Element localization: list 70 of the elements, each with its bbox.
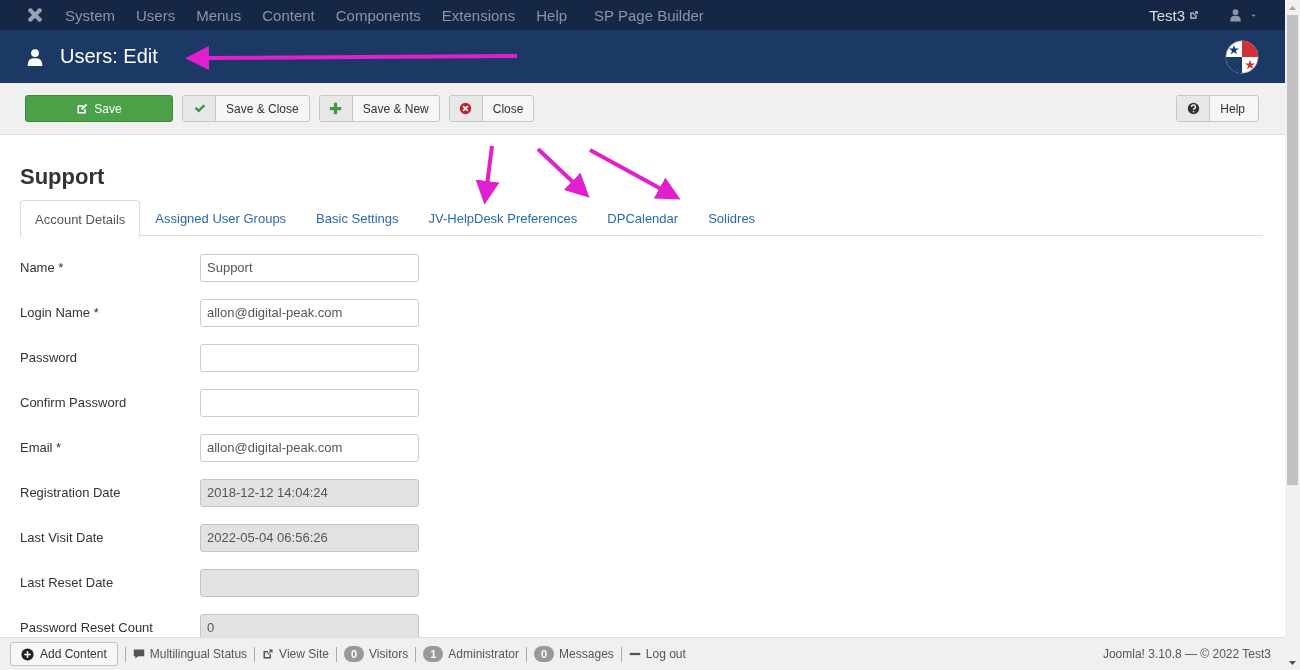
copyright-text: Joomla! 3.10.8 — © 2022 Test3 xyxy=(1102,647,1271,661)
tab[interactable]: JV-HelpDesk Preferences xyxy=(413,200,593,235)
cancel-icon xyxy=(459,102,473,115)
tab[interactable]: Assigned User Groups xyxy=(140,200,302,235)
user-icon xyxy=(1229,8,1242,22)
menu-item[interactable]: Help xyxy=(536,6,568,24)
field-label: Confirm Password xyxy=(20,395,128,410)
scroll-down-icon[interactable] xyxy=(1289,660,1296,665)
annotation-arrow xyxy=(475,145,500,205)
count-badge: 1 xyxy=(423,646,444,662)
field-label: Password Reset Count xyxy=(20,620,154,635)
user-menu-button[interactable] xyxy=(1229,8,1257,22)
status-link[interactable]: Multilingual Status xyxy=(149,647,248,661)
comment-icon xyxy=(132,648,145,660)
field-label: Last Visit Date xyxy=(20,530,105,545)
menu-item[interactable]: Components xyxy=(335,6,421,24)
plus-circle-icon xyxy=(21,647,34,661)
site-link[interactable]: Test3 xyxy=(1149,6,1185,24)
field-label: Login Name * xyxy=(20,305,100,320)
status-link[interactable]: View Site xyxy=(279,647,329,661)
status-link[interactable]: Visitors xyxy=(369,647,409,661)
check-icon xyxy=(192,102,206,115)
help-icon xyxy=(1186,102,1200,115)
scroll-up-icon[interactable] xyxy=(1289,5,1296,10)
tab[interactable]: Account Details xyxy=(20,200,141,237)
menu-item[interactable]: Users xyxy=(136,6,176,24)
joomla-logo-icon xyxy=(27,7,43,23)
input-field[interactable]: 2018-12-12 14:04:24 xyxy=(200,478,419,507)
field-label: Email * xyxy=(20,440,63,455)
toolbar-button[interactable]: Close xyxy=(448,95,535,122)
add-content-button[interactable]: Add Content xyxy=(10,642,118,666)
status-link[interactable]: Log out xyxy=(645,647,686,661)
plus-icon xyxy=(329,102,343,115)
toolbar-button[interactable]: Save & Close xyxy=(182,95,310,122)
menu-item[interactable]: Content xyxy=(262,6,315,24)
input-field[interactable] xyxy=(200,343,419,372)
user-icon xyxy=(26,47,44,66)
page-heading: Users: Edit xyxy=(60,45,158,68)
input-field[interactable] xyxy=(200,568,419,597)
external-link-icon xyxy=(262,648,275,660)
input-field[interactable]: allon@digital-peak.com xyxy=(200,433,419,462)
field-label: Name * xyxy=(20,260,65,275)
edit-icon xyxy=(76,102,89,115)
input-field[interactable]: allon@digital-peak.com xyxy=(200,298,419,327)
tab[interactable]: Solidres xyxy=(693,200,771,235)
scroll-thumb[interactable] xyxy=(1287,15,1298,485)
menu-item[interactable]: Menus xyxy=(196,6,242,24)
status-link[interactable]: Messages xyxy=(559,647,614,661)
tab[interactable]: Basic Settings xyxy=(301,200,414,235)
menu-item[interactable]: System xyxy=(65,6,115,24)
scrollbar[interactable] xyxy=(1285,0,1300,670)
tab[interactable]: DPCalendar xyxy=(592,200,694,235)
field-label: Password xyxy=(20,350,79,365)
input-field[interactable]: 0 xyxy=(200,613,419,637)
input-field[interactable]: 2022-05-04 06:56:26 xyxy=(200,523,419,552)
toolbar-button[interactable]: Save & New xyxy=(318,95,440,122)
input-field[interactable] xyxy=(200,388,419,417)
status-link[interactable]: Administrator xyxy=(448,647,519,661)
toolbar-button[interactable]: Save xyxy=(25,95,173,122)
menu-item[interactable]: SP Page Builder xyxy=(594,6,704,24)
help-button[interactable]: Help xyxy=(1176,95,1259,122)
count-badge: 0 xyxy=(343,646,365,662)
page-title: Support xyxy=(20,164,105,190)
external-link-icon xyxy=(1189,10,1199,20)
field-label: Last Reset Date xyxy=(20,575,115,590)
menu-item[interactable]: Extensions xyxy=(441,6,516,24)
flag-icon xyxy=(1225,39,1259,74)
input-field[interactable]: Support xyxy=(200,253,419,282)
field-label: Registration Date xyxy=(20,485,122,500)
count-badge: 0 xyxy=(534,646,555,662)
